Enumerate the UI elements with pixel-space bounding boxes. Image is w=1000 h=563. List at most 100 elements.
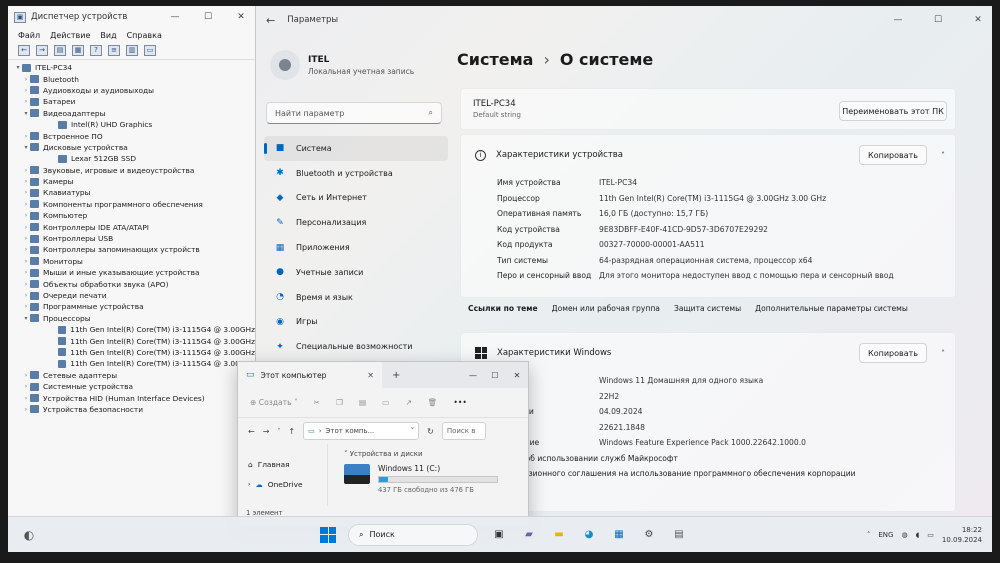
refresh-icon[interactable]: ↻ — [427, 427, 434, 436]
forward-arrow-icon[interactable]: → — [36, 45, 48, 56]
chevron-right-icon[interactable]: › — [22, 406, 30, 413]
taskbar-search[interactable]: ⌕ Поиск — [348, 523, 478, 546]
chevron-down-icon[interactable]: ˅ — [277, 428, 280, 435]
tree-item[interactable]: 11th Gen Intel(R) Core(TM) i3-1115G4 @ 3… — [8, 335, 255, 346]
nav-item[interactable]: ● Учетные записи — [264, 260, 448, 285]
volume-icon[interactable]: ◖ — [916, 531, 920, 539]
address-bar[interactable]: ▭ › Этот компь... ˅ — [303, 422, 420, 440]
tree-item[interactable]: 11th Gen Intel(R) Core(TM) i3-1115G4 @ 3… — [8, 347, 255, 358]
chevron-right-icon[interactable]: › — [22, 292, 30, 299]
tree-item[interactable]: › Мыши и иные указывающие устройства — [8, 267, 255, 278]
teams-icon[interactable]: ▰ — [520, 526, 538, 544]
explorer-close-button[interactable]: ✕ — [506, 371, 528, 380]
chevron-down-icon[interactable]: ˅ — [411, 427, 415, 435]
chevron-down-icon[interactable]: ▾ — [22, 110, 30, 117]
tree-item[interactable]: › Сетевые адаптеры — [8, 370, 255, 381]
start-button[interactable] — [320, 526, 336, 543]
properties-icon[interactable]: ▤ — [54, 45, 66, 56]
tree-item[interactable]: › Батареи — [8, 96, 255, 107]
tree-item[interactable]: › Bluetooth — [8, 73, 255, 84]
chevron-right-icon[interactable]: › — [22, 76, 30, 83]
delete-icon[interactable]: 🗑 — [428, 398, 438, 407]
windows-specs-header[interactable]: Характеристики Windows Копировать ˄ — [461, 333, 955, 373]
link-advanced-system-settings[interactable]: Дополнительные параметры системы — [755, 304, 908, 313]
settings-minimize-button[interactable]: — — [884, 15, 912, 25]
chevron-right-icon[interactable]: › — [22, 167, 30, 174]
store-icon[interactable]: ▦ — [610, 526, 628, 544]
device-manager-taskbar-icon[interactable]: ▤ — [670, 526, 688, 544]
tree-item[interactable]: › Контроллеры IDE ATA/ATAPI — [8, 221, 255, 232]
grid-view-icon[interactable]: ▦ — [72, 45, 84, 56]
breadcrumb-parent[interactable]: Система — [457, 50, 533, 69]
rename-pc-button[interactable]: Переименовать этот ПК — [839, 101, 947, 121]
explorer-maximize-button[interactable]: ☐ — [484, 371, 506, 380]
explorer-search-input[interactable]: Поиск в — [441, 422, 486, 440]
license-link[interactable]: я лицензионного соглашения на использова… — [461, 466, 955, 482]
chevron-right-icon[interactable]: › — [22, 178, 30, 185]
tree-item[interactable]: › Контроллеры запоминающих устройств — [8, 244, 255, 255]
nav-item[interactable]: ◆ Сеть и Интернет — [264, 186, 448, 211]
chevron-right-icon[interactable]: › — [22, 246, 30, 253]
back-arrow-icon[interactable]: ← — [248, 427, 255, 436]
chevron-up-icon[interactable]: ˄ — [941, 151, 945, 160]
up-arrow-icon[interactable]: ↑ — [288, 427, 295, 436]
nav-item[interactable]: ✎ Персонализация — [264, 210, 448, 235]
link-domain-workgroup[interactable]: Домен или рабочая группа — [552, 304, 660, 313]
settings-maximize-button[interactable]: ☐ — [924, 15, 952, 25]
nav-item[interactable]: ■ Система — [264, 136, 448, 161]
maximize-button[interactable]: ☐ — [194, 12, 222, 22]
new-tab-icon[interactable]: + — [392, 370, 400, 381]
tree-item[interactable]: › Камеры — [8, 176, 255, 187]
tree-item[interactable]: › Мониторы — [8, 256, 255, 267]
tree-item[interactable]: ▾ Процессоры — [8, 313, 255, 324]
copy-device-specs-button[interactable]: Копировать — [859, 145, 927, 165]
widgets-icon[interactable]: ◐ — [14, 528, 44, 542]
list-view-icon[interactable]: ≡ — [108, 45, 120, 56]
license-link[interactable]: софт — [461, 482, 955, 498]
tree-item[interactable]: › Системные устройства — [8, 381, 255, 392]
menu-file[interactable]: Файл — [18, 31, 40, 40]
tree-item[interactable]: › Программные устройства — [8, 301, 255, 312]
edge-icon[interactable]: ◕ — [580, 526, 598, 544]
device-specs-header[interactable]: i Характеристики устройства Копировать ˄ — [461, 135, 955, 175]
devices-group-header[interactable]: ˅ Устройства и диски — [344, 450, 520, 458]
chevron-right-icon[interactable]: › — [22, 281, 30, 288]
tree-item[interactable]: › Компоненты программного обеспечения — [8, 199, 255, 210]
copy-icon[interactable]: ❐ — [336, 398, 343, 407]
tree-item[interactable]: › Устройства безопасности — [8, 404, 255, 415]
chevron-right-icon[interactable]: › — [22, 224, 30, 231]
settings-close-button[interactable]: ✕ — [964, 15, 992, 25]
chevron-up-icon[interactable]: ˄ — [941, 349, 945, 358]
chevron-right-icon[interactable]: › — [22, 395, 30, 402]
chevron-right-icon[interactable]: › — [22, 189, 30, 196]
chevron-right-icon[interactable]: › — [22, 269, 30, 276]
menu-view[interactable]: Вид — [100, 31, 116, 40]
license-link[interactable]: шение об использовании служб Майкрософт — [461, 451, 955, 467]
explorer-tab[interactable]: ▭ Этот компьютер ✕ — [238, 362, 382, 388]
link-system-protection[interactable]: Защита системы — [674, 304, 741, 313]
help-icon[interactable]: ? — [90, 45, 102, 56]
chevron-right-icon[interactable]: › — [248, 481, 250, 488]
monitor-icon[interactable]: ▭ — [144, 45, 156, 56]
tree-item[interactable]: › Устройства HID (Human Interface Devices… — [8, 392, 255, 403]
close-button[interactable]: ✕ — [227, 12, 255, 22]
tree-item[interactable]: › Очереди печати — [8, 290, 255, 301]
cut-icon[interactable]: ✂ — [314, 398, 320, 407]
tree-item[interactable]: ▾ Видеоадаптеры — [8, 108, 255, 119]
user-profile[interactable]: ITEL Локальная учетная запись — [270, 50, 414, 80]
driver-icon[interactable]: ▥ — [126, 45, 138, 56]
nav-item[interactable]: ◉ Игры — [264, 310, 448, 335]
chevron-down-icon[interactable]: ▾ — [22, 144, 30, 151]
forward-arrow-icon[interactable]: → — [263, 427, 270, 436]
language-indicator[interactable]: ENG — [878, 531, 893, 539]
chevron-right-icon[interactable]: › — [22, 235, 30, 242]
nav-item[interactable]: ✦ Специальные возможности — [264, 334, 448, 359]
back-arrow-icon[interactable]: ← — [18, 45, 30, 56]
tree-item[interactable]: › Клавиатуры — [8, 187, 255, 198]
chevron-right-icon[interactable]: › — [22, 87, 30, 94]
explorer-minimize-button[interactable]: — — [462, 371, 484, 380]
tree-item[interactable]: ▾ ITEL-PC34 — [8, 62, 255, 73]
menu-action[interactable]: Действие — [50, 31, 90, 40]
settings-gear-icon[interactable]: ⚙ — [640, 526, 658, 544]
chevron-up-icon[interactable]: ˄ — [867, 531, 871, 539]
